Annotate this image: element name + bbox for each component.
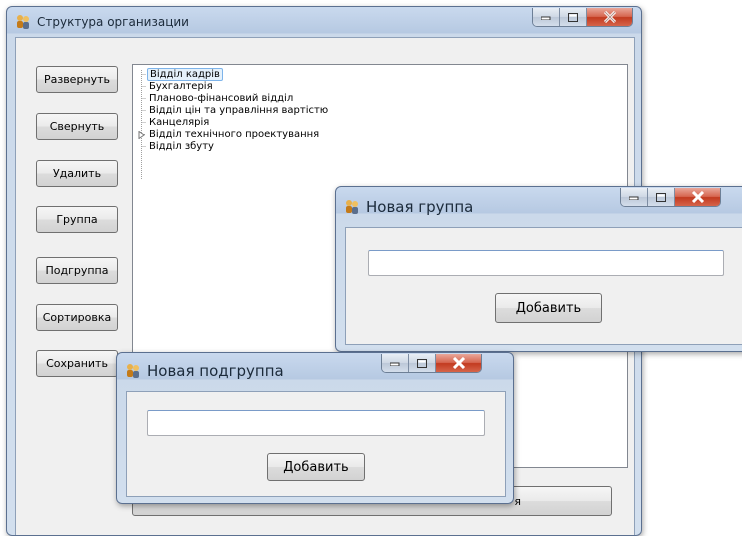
group-dialog-client: Добавить (345, 227, 742, 345)
maximize-button[interactable] (409, 354, 436, 372)
minimize-icon (629, 196, 639, 200)
tree-node[interactable]: Відділ технічного проектування (147, 129, 321, 141)
tree-node[interactable]: Відділ збуту (147, 141, 216, 153)
subgroup-name-input[interactable] (147, 410, 485, 436)
group-caption-buttons (620, 188, 721, 207)
collapse-button[interactable]: Свернуть (36, 113, 118, 140)
people-icon (346, 200, 358, 214)
expand-button[interactable]: Развернуть (36, 66, 118, 93)
subgroup-dialog-client: Добавить (126, 391, 506, 497)
minimize-button[interactable] (533, 8, 560, 26)
group-dialog-title: Новая группа (366, 198, 474, 216)
maximize-button[interactable] (560, 8, 587, 26)
delete-button[interactable]: Удалить (36, 160, 118, 187)
subgroup-button[interactable]: Подгруппа (36, 257, 118, 284)
maximize-icon (568, 12, 578, 22)
close-icon (452, 357, 465, 369)
save-button[interactable]: Сохранить (36, 350, 118, 377)
tree-node[interactable]: Планово-фінансовий відділ (147, 93, 295, 105)
group-dialog: Новая группа Добавить (335, 186, 742, 352)
minimize-button[interactable] (382, 354, 409, 372)
tree-node[interactable]: Відділ цін та управління вартістю (147, 105, 330, 117)
tree-node[interactable]: Бухгалтерія (147, 81, 215, 93)
main-window-title: Структура организации (37, 15, 189, 29)
maximize-icon (417, 358, 427, 368)
add-group-button[interactable]: Добавить (495, 293, 602, 323)
subgroup-caption-buttons (381, 354, 482, 373)
close-icon (691, 191, 704, 203)
main-caption-buttons (532, 8, 633, 27)
group-name-input[interactable] (368, 250, 724, 276)
tree-node[interactable]: Канцелярія (147, 117, 211, 129)
add-subgroup-button[interactable]: Добавить (267, 453, 365, 481)
people-icon (127, 364, 139, 378)
maximize-button[interactable] (648, 188, 675, 206)
minimize-icon (390, 362, 400, 366)
expand-arrow-icon[interactable] (138, 131, 146, 139)
group-button[interactable]: Группа (36, 206, 118, 233)
minimize-button[interactable] (621, 188, 648, 206)
people-icon (17, 15, 29, 29)
sort-button[interactable]: Сортировка (36, 304, 118, 331)
minimize-icon (541, 16, 551, 20)
close-button[interactable] (436, 354, 481, 372)
tree-node[interactable]: Відділ кадрів (147, 68, 223, 81)
subgroup-dialog: Новая подгруппа Добавить (116, 352, 514, 504)
maximize-icon (656, 192, 666, 202)
close-button[interactable] (587, 8, 632, 26)
close-icon (603, 11, 616, 23)
subgroup-dialog-title: Новая подгруппа (147, 362, 284, 380)
close-button[interactable] (675, 188, 720, 206)
